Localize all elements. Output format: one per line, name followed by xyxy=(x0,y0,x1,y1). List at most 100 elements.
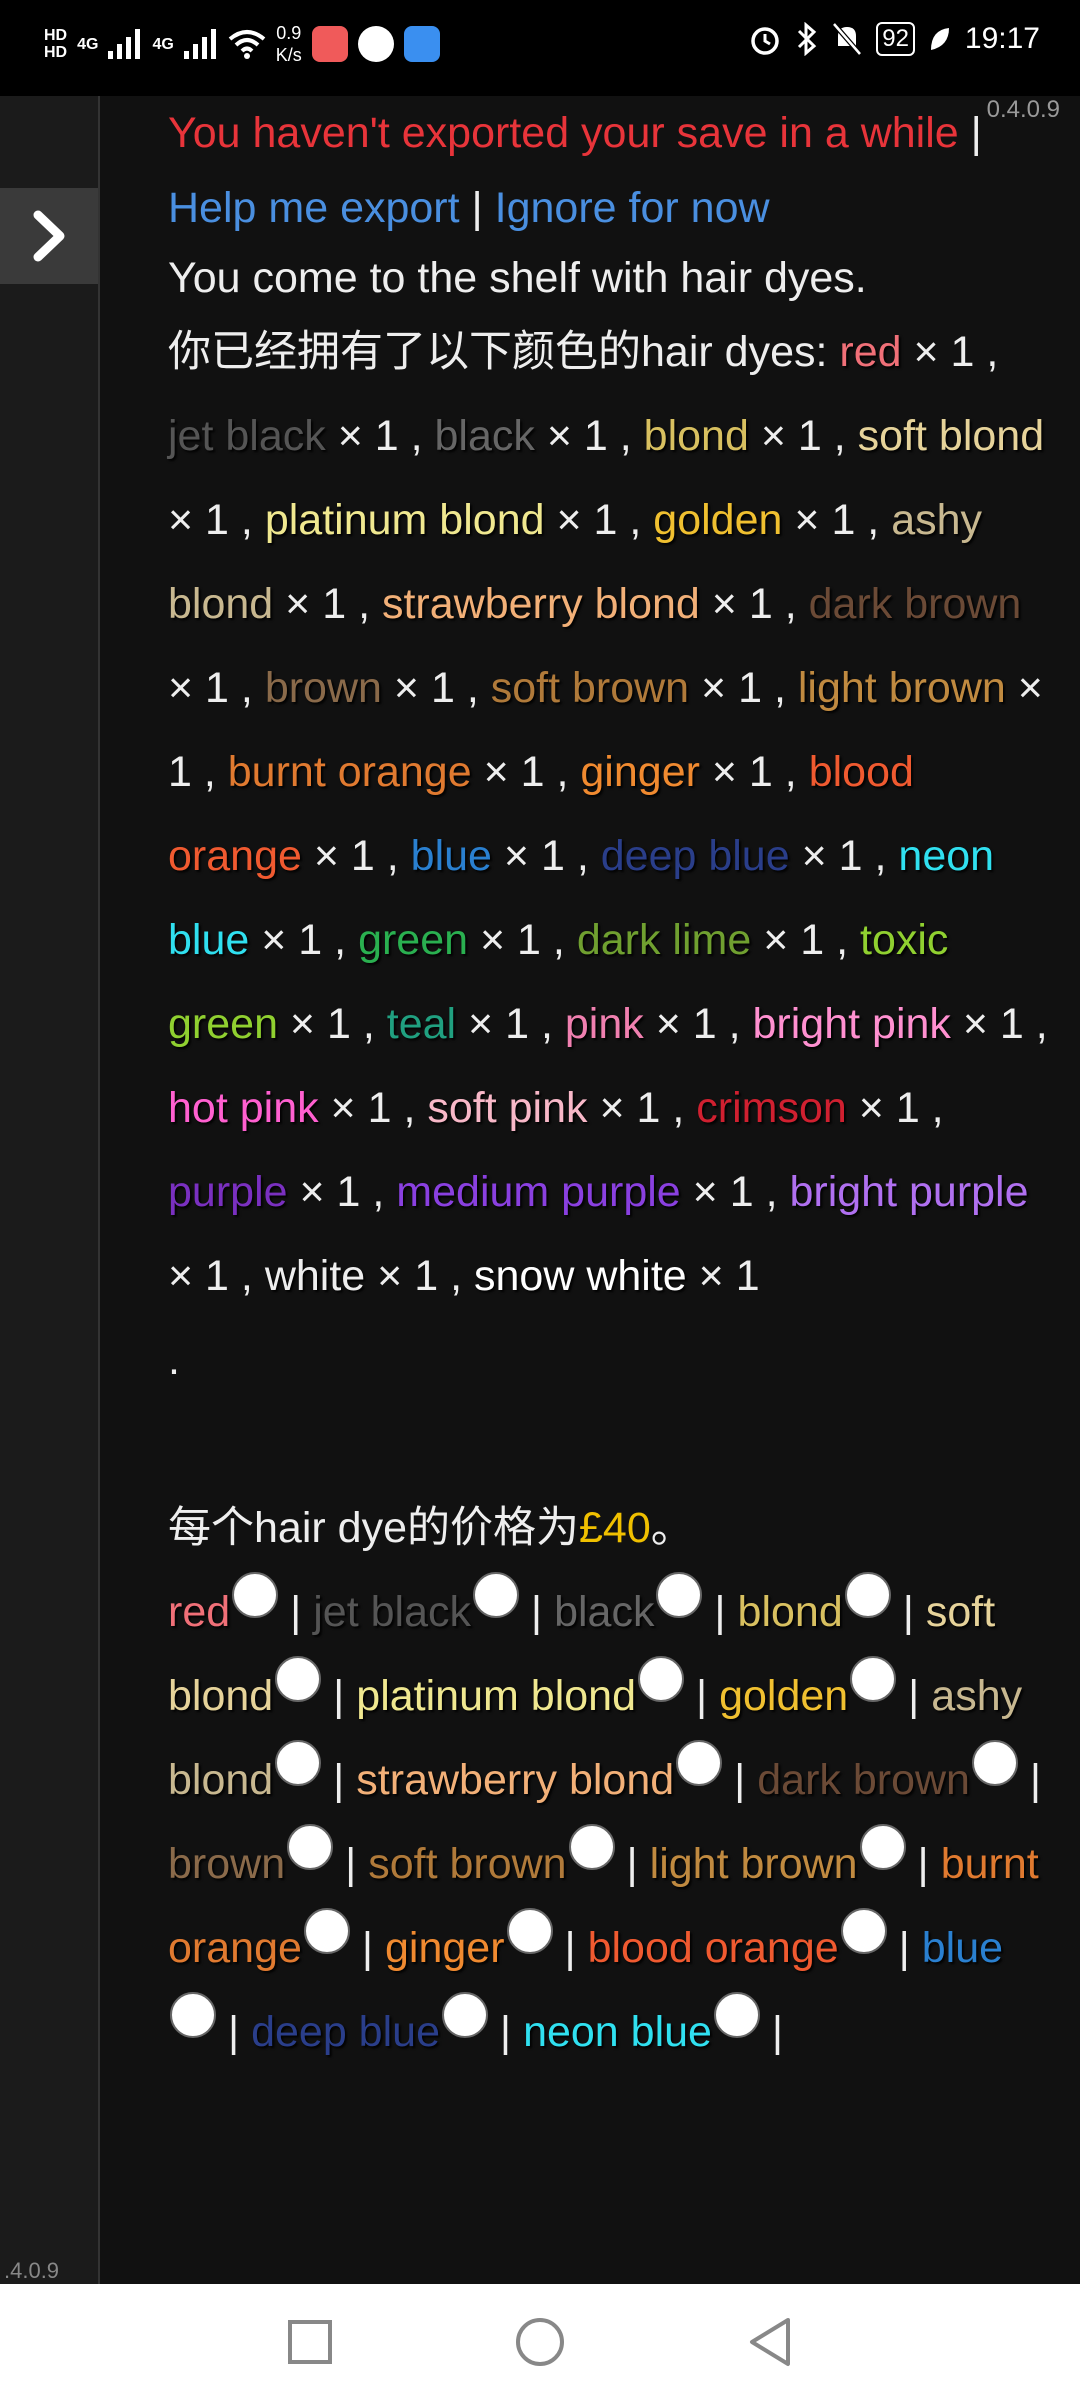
help-export-link[interactable]: Help me export xyxy=(168,184,460,232)
dye-radio-button[interactable] xyxy=(170,1992,216,2038)
status-left: HD HD 4G 4G 0.9 K/s xyxy=(44,22,440,66)
owned-dye-count: × 1 xyxy=(287,1168,361,1216)
buy-dye-label: strawberry blond xyxy=(356,1756,675,1804)
owned-dye-count: × 1 xyxy=(301,832,375,880)
ignore-link[interactable]: Ignore for now xyxy=(495,184,770,232)
owned-dye-name: golden xyxy=(653,496,783,544)
dye-radio-button[interactable] xyxy=(232,1572,279,1618)
owned-dye-name: soft brown xyxy=(490,664,690,712)
home-button[interactable] xyxy=(514,2316,566,2368)
owned-dye-name: soft pink xyxy=(427,1084,588,1132)
sim2-label: 4G xyxy=(152,35,174,53)
buy-dye-label: platinum blond xyxy=(356,1672,636,1720)
owned-dye-count: × 1 xyxy=(699,580,773,628)
separator: , xyxy=(660,1084,697,1132)
owned-dye-name: deep blue xyxy=(600,832,790,880)
separator: , xyxy=(228,664,265,712)
separator: | xyxy=(886,1924,922,1972)
separator: | xyxy=(890,1588,926,1636)
separator: , xyxy=(544,748,581,796)
dye-radio-button[interactable] xyxy=(656,1572,703,1618)
dye-radio-button[interactable] xyxy=(850,1656,897,1702)
dye-radio-button[interactable] xyxy=(287,1824,334,1870)
dye-radio-button[interactable] xyxy=(303,1908,350,1954)
back-button[interactable] xyxy=(746,2316,794,2368)
owned-dye-name: white xyxy=(264,1252,366,1300)
mute-icon xyxy=(832,22,863,56)
buy-dye-label: ginger xyxy=(384,1924,505,1972)
dye-radio-button[interactable] xyxy=(275,1656,322,1702)
owned-dye-count: × 1 xyxy=(277,1000,351,1048)
status-right: 92 19:17 xyxy=(748,22,1040,56)
separator: , xyxy=(617,496,654,544)
separator: , xyxy=(753,1168,790,1216)
price-line: 每个hair dye的价格为£40。 xyxy=(168,1486,1048,1570)
owned-dye-name: jet black xyxy=(168,412,326,460)
dye-radio-button[interactable] xyxy=(840,1908,887,1954)
separator: , xyxy=(228,1252,265,1300)
owned-dye-name: dark lime xyxy=(576,916,752,964)
buy-dye-label: golden xyxy=(719,1672,849,1720)
dye-radio-button[interactable] xyxy=(472,1572,519,1618)
dye-radio-button[interactable] xyxy=(859,1824,906,1870)
separator: | xyxy=(333,1840,369,1888)
dye-radio-button[interactable] xyxy=(713,1992,760,2038)
dye-radio-button[interactable] xyxy=(676,1740,723,1786)
dye-radio-button[interactable] xyxy=(638,1656,684,1702)
dye-radio-button[interactable] xyxy=(275,1740,322,1786)
buy-dye-label: neon blue xyxy=(523,2008,712,2056)
sidebar: .4.0.9 xyxy=(0,96,100,2284)
separator: | xyxy=(759,2008,784,2056)
separator: | xyxy=(722,1756,758,1804)
separator: , xyxy=(716,1000,753,1048)
owned-dye-name: red xyxy=(839,328,902,376)
separator: , xyxy=(821,412,858,460)
hd-label-2: HD xyxy=(44,44,68,61)
owned-dye-count: × 1 xyxy=(643,1000,717,1048)
owned-dye-name: purple xyxy=(168,1168,288,1216)
owned-dye-list: red × 1 , jet black × 1 , black × 1 , bl… xyxy=(168,328,1048,1300)
separator: , xyxy=(398,412,435,460)
separator: | xyxy=(702,1588,738,1636)
owned-dye-name: bright pink xyxy=(752,1000,951,1048)
owned-dye-name: teal xyxy=(386,1000,457,1048)
dye-radio-button[interactable] xyxy=(568,1824,615,1870)
buy-dye-label: blond xyxy=(737,1588,843,1636)
price-prefix: 每个hair dye的价格为 xyxy=(168,1504,579,1552)
owned-dye-count: × 1 xyxy=(544,496,618,544)
buy-dye-label: blood orange xyxy=(587,1924,839,1972)
separator: | xyxy=(552,1924,588,1972)
owned-dye-count: × 1 xyxy=(325,412,399,460)
navigation-bar xyxy=(0,2284,1080,2400)
owned-dye-count: × 1 xyxy=(318,1084,392,1132)
owned-dye-count: × 1 xyxy=(748,412,822,460)
separator: , xyxy=(322,916,359,964)
separator: , xyxy=(824,916,861,964)
separator: | xyxy=(1017,1756,1042,1804)
buy-dye-label: soft brown xyxy=(368,1840,567,1888)
dye-radio-button[interactable] xyxy=(844,1572,891,1618)
owned-dye-count: × 1 xyxy=(846,1084,920,1132)
separator: , xyxy=(454,664,491,712)
separator: , xyxy=(772,748,809,796)
bluetooth-icon xyxy=(798,22,817,56)
signal-icon xyxy=(108,29,141,59)
owned-dye-count: × 1 xyxy=(168,1252,229,1300)
dye-radio-button[interactable] xyxy=(441,1992,488,2038)
recent-apps-button[interactable] xyxy=(286,2318,334,2366)
owned-dye-count: × 1 xyxy=(273,580,347,628)
dye-radio-button[interactable] xyxy=(971,1740,1018,1786)
owned-prefix: 你已经拥有了以下颜色的hair dyes: xyxy=(168,328,840,376)
dye-radio-button[interactable] xyxy=(506,1908,553,1954)
owned-dye-name: dark brown xyxy=(808,580,1022,628)
sidebar-toggle-button[interactable] xyxy=(0,188,98,284)
status-bar: HD HD 4G 4G 0.9 K/s 92 19:17 xyxy=(0,0,1080,96)
separator: , xyxy=(391,1084,428,1132)
buy-dye-label: blue xyxy=(921,1924,1004,1972)
separator: , xyxy=(1023,1000,1048,1048)
owned-dye-count: × 1 xyxy=(168,496,229,544)
battery-indicator: 92 xyxy=(876,22,915,56)
owned-dye-count: × 1 xyxy=(587,1084,661,1132)
separator: | xyxy=(278,1588,314,1636)
owned-dye-count: × 1 xyxy=(689,664,763,712)
